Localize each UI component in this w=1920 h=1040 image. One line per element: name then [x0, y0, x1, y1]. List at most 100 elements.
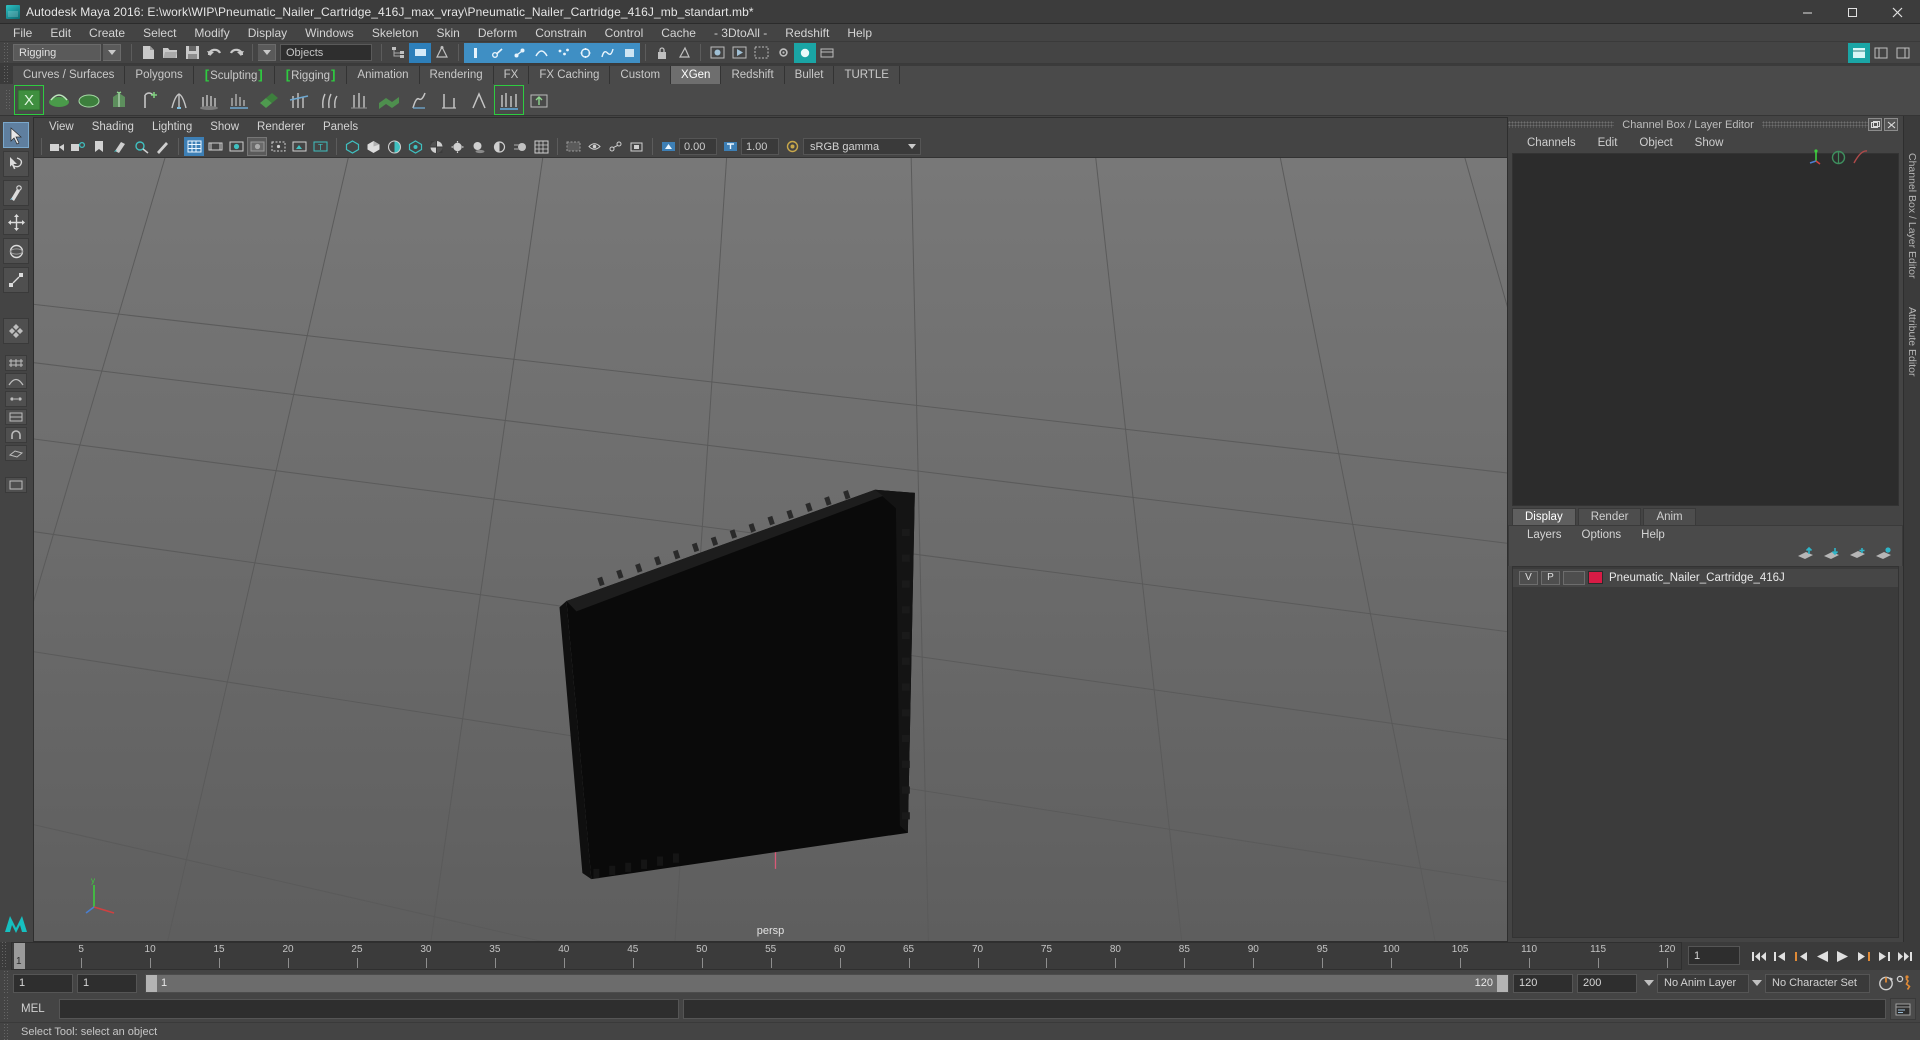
viewport-menu-panels[interactable]: Panels — [314, 118, 367, 136]
color-management-icon[interactable] — [782, 137, 802, 156]
close-panel-icon[interactable] — [1884, 118, 1898, 131]
command-language-label[interactable]: MEL — [13, 1003, 59, 1015]
ipr-render-icon[interactable] — [728, 43, 750, 63]
construction-plane-tool[interactable] — [5, 445, 27, 461]
viewport-menu-lighting[interactable]: Lighting — [143, 118, 201, 136]
menu-help[interactable]: Help — [838, 24, 881, 42]
timeline-gripper[interactable] — [0, 942, 8, 968]
table-row[interactable]: V P Pneumatic_Nailer_Cartridge_416J — [1513, 568, 1898, 587]
menu-display[interactable]: Display — [239, 24, 296, 42]
xgen-sphere-icon[interactable] — [75, 86, 103, 114]
select-by-hierarchy-icon[interactable] — [387, 43, 409, 63]
menu-constrain[interactable]: Constrain — [526, 24, 595, 42]
auto-keyframe-icon[interactable] — [1876, 973, 1895, 993]
current-frame-field[interactable]: 1 — [1688, 946, 1740, 965]
xgen-mesh-icon[interactable] — [375, 86, 403, 114]
play-forwards-icon[interactable] — [1833, 946, 1852, 966]
channel-box-menu-show[interactable]: Show — [1684, 137, 1735, 149]
lock-icon[interactable] — [651, 43, 673, 63]
menu-set-selector[interactable]: Rigging — [13, 44, 101, 61]
xgen-region-icon[interactable] — [225, 86, 253, 114]
anim-layer-selector[interactable]: No Anim Layer — [1657, 973, 1749, 993]
layer-menu-layers[interactable]: Layers — [1517, 526, 1572, 544]
view-transform-selector[interactable]: sRGB gamma — [803, 138, 921, 155]
save-scene-icon[interactable] — [181, 43, 203, 63]
shadows-icon[interactable] — [468, 137, 488, 156]
select-by-component-icon[interactable] — [431, 43, 453, 63]
bookmark-icon[interactable] — [89, 137, 109, 156]
grid-icon[interactable] — [184, 137, 204, 156]
gate-mask-icon[interactable] — [247, 137, 267, 156]
render-view-icon[interactable] — [706, 43, 728, 63]
animation-start-field[interactable]: 1 — [13, 973, 73, 993]
menu-skeleton[interactable]: Skeleton — [363, 24, 428, 42]
menu-cache[interactable]: Cache — [652, 24, 705, 42]
time-slider-track[interactable]: 1 5 10 15 20 25 30 35 40 45 50 55 60 65 70 75 80 85 90 95 1… — [11, 942, 1682, 970]
ambient-occlusion-icon[interactable] — [489, 137, 509, 156]
channel-box-content[interactable] — [1512, 153, 1899, 506]
menu-redshift[interactable]: Redshift — [776, 24, 838, 42]
xgen-add-guide-icon[interactable] — [135, 86, 163, 114]
xgen-clump-icon[interactable] — [255, 86, 283, 114]
animation-preferences-icon[interactable] — [1895, 973, 1914, 993]
xray-active-components-icon[interactable] — [626, 137, 646, 156]
rotate-tool[interactable] — [3, 238, 29, 264]
command-line-gripper[interactable] — [2, 997, 10, 1021]
layer-list[interactable]: V P Pneumatic_Nailer_Cartridge_416J — [1512, 565, 1899, 938]
shelf-row-gripper[interactable] — [4, 89, 12, 110]
shaded-wireframe-icon[interactable] — [384, 137, 404, 156]
exposure-value[interactable]: 0.00 — [679, 138, 717, 155]
viewport-menu-view[interactable]: View — [40, 118, 83, 136]
channel-box-menu-channels[interactable]: Channels — [1516, 137, 1587, 149]
new-layer-from-selected-icon[interactable] — [1849, 547, 1866, 563]
menu-3dtoall[interactable]: - 3DtoAll - — [705, 24, 776, 42]
show-attribute-editor-icon[interactable] — [1848, 42, 1870, 63]
menu-select[interactable]: Select — [134, 24, 185, 42]
show-channel-box-icon[interactable] — [1892, 43, 1914, 63]
range-start-field[interactable]: 1 — [77, 973, 137, 993]
menu-skin[interactable]: Skin — [428, 24, 469, 42]
layer-editor-tab-render[interactable]: Render — [1577, 507, 1642, 525]
redo-icon[interactable] — [225, 43, 247, 63]
layer-playback-toggle[interactable]: P — [1541, 570, 1560, 585]
isolate-select-icon[interactable] — [563, 137, 583, 156]
vtab-channel-box-layer-editor[interactable]: Channel Box / Layer Editor — [1906, 146, 1918, 286]
perspective-viewport[interactable]: persp y — [34, 158, 1507, 941]
xgen-noise-icon[interactable] — [315, 86, 343, 114]
last-tool-used[interactable] — [3, 318, 29, 344]
menu-control[interactable]: Control — [596, 24, 653, 42]
menu-create[interactable]: Create — [80, 24, 134, 42]
xgen-editor-icon[interactable]: X — [14, 84, 44, 115]
two-d-pan-zoom-icon[interactable] — [131, 137, 151, 156]
range-gripper[interactable] — [2, 971, 10, 995]
help-line-gripper[interactable] — [2, 1023, 10, 1040]
safe-action-icon[interactable] — [289, 137, 309, 156]
maximize-button[interactable] — [1830, 0, 1875, 24]
panel-drag-dots-right[interactable] — [1761, 121, 1868, 128]
minimize-button[interactable] — [1785, 0, 1830, 24]
camera-attributes-icon[interactable] — [68, 137, 88, 156]
range-slider-left-handle[interactable] — [146, 974, 157, 992]
layer-menu-help[interactable]: Help — [1631, 526, 1675, 544]
channel-box-menu-object[interactable]: Object — [1628, 137, 1683, 149]
selection-mask-field[interactable]: Objects — [280, 44, 372, 61]
gamma-value[interactable]: 1.00 — [741, 138, 779, 155]
image-plane-icon[interactable] — [110, 137, 130, 156]
move-layer-down-icon[interactable] — [1823, 547, 1840, 563]
film-origin-icon[interactable] — [268, 137, 288, 156]
layer-color-swatch[interactable] — [1588, 571, 1603, 584]
range-slider-right-handle[interactable] — [1497, 974, 1508, 992]
motion-blur-icon[interactable] — [510, 137, 530, 156]
layer-name[interactable]: Pneumatic_Nailer_Cartridge_416J — [1609, 572, 1785, 584]
step-back-keyframe-icon[interactable] — [1770, 946, 1789, 966]
xgen-spline-icon[interactable] — [45, 86, 73, 114]
smooth-shade-icon[interactable] — [363, 137, 383, 156]
mask-rendering-icon[interactable] — [574, 42, 596, 63]
menu-windows[interactable]: Windows — [296, 24, 363, 42]
exposure-toggle-icon[interactable] — [658, 137, 678, 156]
selection-mask-dropdown[interactable] — [258, 44, 276, 61]
shelf-tab-rendering[interactable]: Rendering — [419, 66, 494, 84]
layer-menu-options[interactable]: Options — [1572, 526, 1632, 544]
snap-grid-tool[interactable] — [5, 355, 27, 371]
close-button[interactable] — [1875, 0, 1920, 24]
